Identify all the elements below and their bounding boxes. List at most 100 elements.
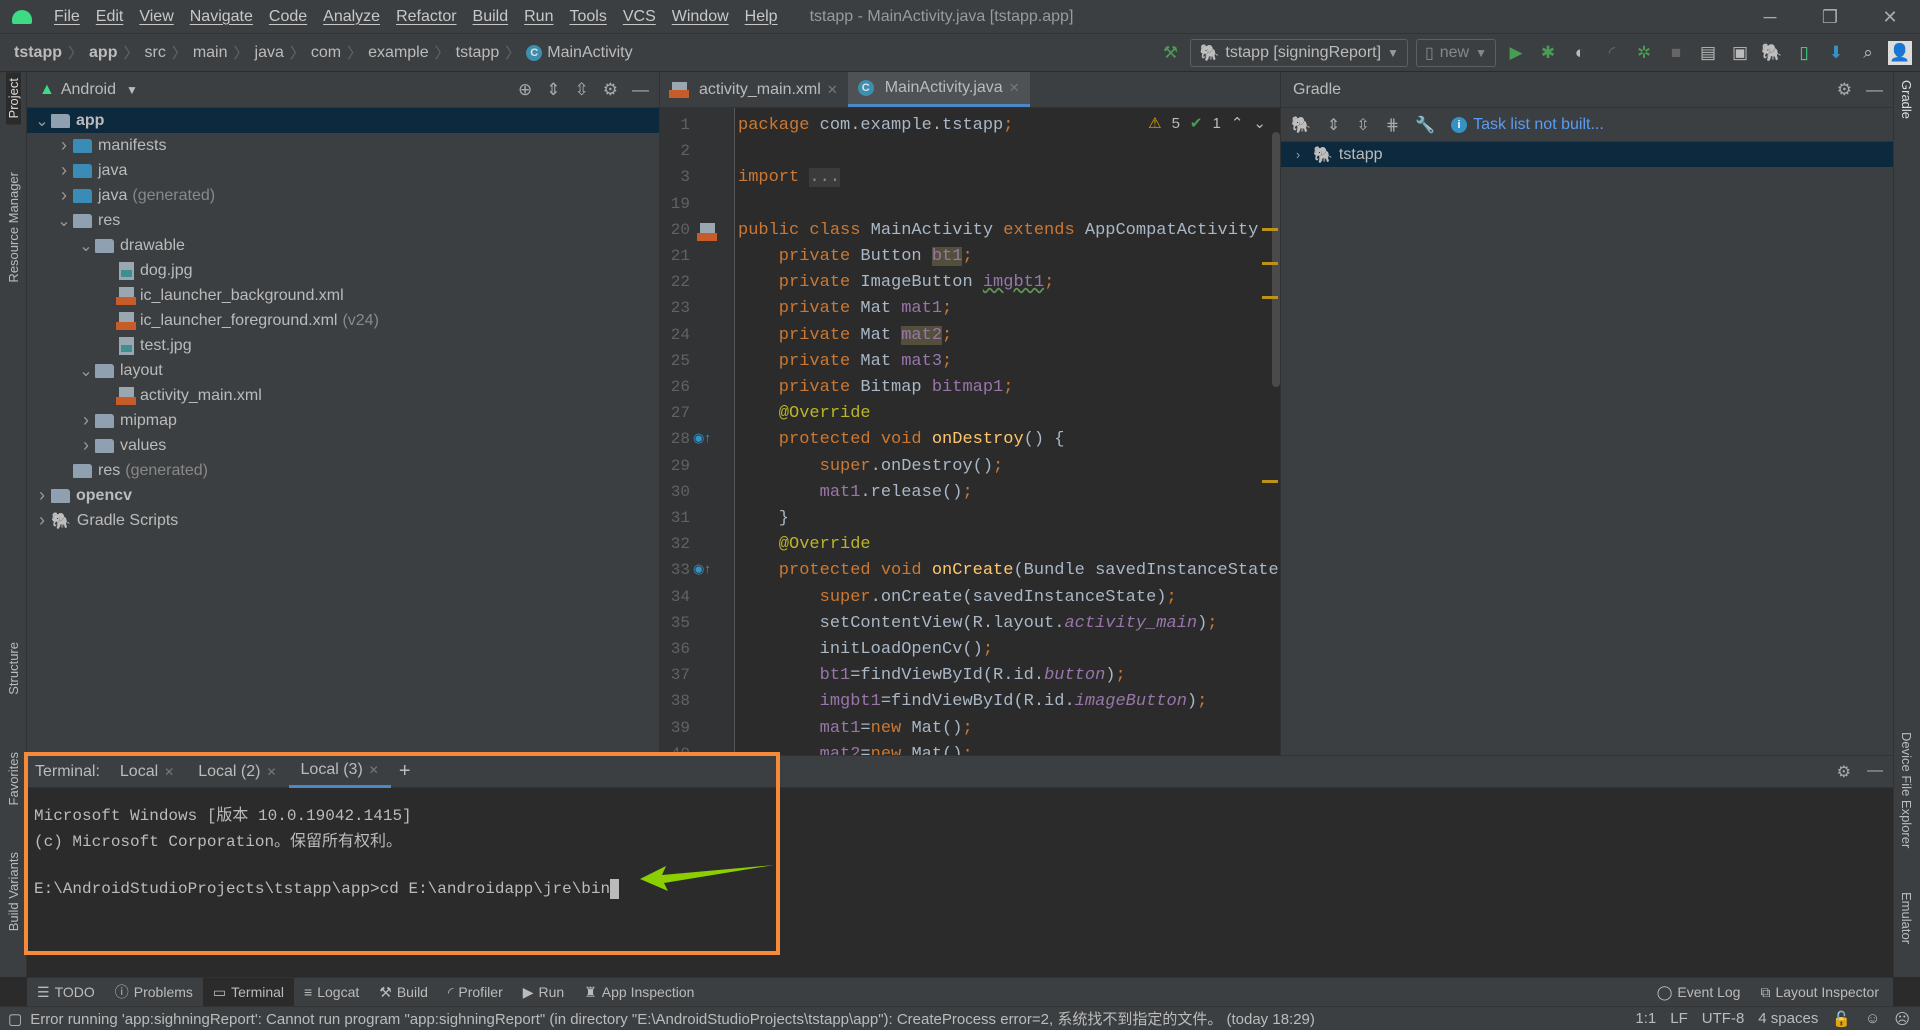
related-layout-icon[interactable] [697, 222, 717, 241]
stripe-build-variants[interactable]: Build Variants [6, 852, 21, 931]
menu-window[interactable]: Window [664, 8, 737, 26]
tree-item[interactable]: › manifests [27, 133, 659, 158]
project-structure-icon[interactable]: ▤ [1696, 41, 1720, 65]
avatar[interactable]: 👤 [1888, 41, 1912, 65]
tree-item[interactable]: ic_launcher_foreground.xml (v24) [27, 308, 659, 333]
menu-refactor[interactable]: Refactor [388, 8, 464, 26]
stripe-project[interactable]: Project [6, 72, 21, 125]
stripe-resource-manager[interactable]: Resource Manager [6, 172, 21, 283]
debug-bug-icon[interactable]: ✱ [1536, 41, 1560, 65]
device-select[interactable]: ▯ new ▼ [1415, 39, 1496, 67]
search-icon[interactable]: ⌕ [1856, 41, 1880, 65]
attach-debugger-icon[interactable]: ✲ [1632, 41, 1656, 65]
profile-icon[interactable]: ◜ [1600, 41, 1624, 65]
tool-button-profiler[interactable]: ◜ Profiler [438, 978, 513, 1007]
breadcrumb-item[interactable]: tstapp [456, 44, 500, 62]
tool-button-event-log[interactable]: ◯ Event Log [1647, 978, 1751, 1007]
inspection-widget[interactable]: ⚠ 5 ✔ 1 ⌃ ⌄ [1142, 112, 1272, 134]
line-separator[interactable]: LF [1670, 1010, 1688, 1028]
stripe-favorites[interactable]: Favorites [6, 752, 21, 805]
menu-view[interactable]: View [131, 8, 181, 26]
caret-position[interactable]: 1:1 [1635, 1010, 1656, 1028]
menu-edit[interactable]: Edit [88, 8, 132, 26]
breadcrumb-item[interactable]: tstapp [14, 44, 62, 62]
close-button[interactable]: ✕ [1860, 0, 1920, 34]
hide-icon[interactable]: — [1867, 762, 1883, 782]
locate-icon[interactable]: ⊕ [518, 80, 532, 100]
tool-button-run[interactable]: ▶ Run [513, 978, 574, 1007]
warning-marker[interactable] [1262, 296, 1278, 299]
tree-item[interactable]: › opencv [27, 483, 659, 508]
indent-setting[interactable]: 4 spaces [1758, 1010, 1818, 1028]
tool-button-layout-inspector[interactable]: ⧉ Layout Inspector [1750, 978, 1889, 1007]
breadcrumb-item[interactable]: C MainActivity [526, 44, 633, 62]
warning-marker[interactable] [1262, 480, 1278, 483]
tab-mainactivity-java[interactable]: C MainActivity.java ✕ [847, 72, 1030, 107]
tool-button-logcat[interactable]: ≡ Logcat [294, 978, 369, 1007]
stop-icon[interactable]: ■ [1664, 41, 1688, 65]
tool-button-build[interactable]: ⚒ Build [369, 978, 438, 1007]
tool-button-problems[interactable]: ⓘ Problems [105, 978, 203, 1007]
tree-item[interactable]: activity_main.xml [27, 383, 659, 408]
close-tab-icon[interactable]: ✕ [827, 82, 838, 98]
tool-button-app-inspection[interactable]: ♜ App Inspection [574, 978, 704, 1007]
stripe-gradle[interactable]: Gradle [1899, 80, 1914, 119]
tab-activity_main-xml[interactable]: activity_main.xml ✕ [660, 72, 848, 107]
feedback-face-icon[interactable]: ☹ [1894, 1010, 1910, 1028]
tree-item[interactable]: ic_launcher_background.xml [27, 283, 659, 308]
sdk-manager-icon[interactable]: ⬇ [1824, 41, 1848, 65]
chevron-up-icon[interactable]: ⌃ [1231, 114, 1244, 132]
chevron-down-icon[interactable]: ⌄ [1253, 114, 1266, 132]
stripe-structure[interactable]: Structure [6, 642, 21, 695]
status-message[interactable]: Error running 'app:sighningReport': Cann… [30, 1008, 1315, 1029]
gear-icon[interactable]: ⚙ [603, 80, 618, 100]
tree-item[interactable]: test.jpg [27, 333, 659, 358]
breadcrumb-item[interactable]: app [89, 44, 117, 62]
collapse-all-icon[interactable]: ⇳ [1356, 115, 1369, 135]
close-tab-icon[interactable]: ✕ [1009, 80, 1020, 96]
tree-item[interactable]: › values [27, 433, 659, 458]
menu-run[interactable]: Run [516, 8, 561, 26]
lock-icon[interactable]: 🔓 [1832, 1010, 1851, 1028]
sync-gradle-icon[interactable]: 🐘 [1760, 41, 1784, 65]
toggle-offline-icon[interactable]: ⋕ [1386, 115, 1399, 135]
menu-help[interactable]: Help [737, 8, 786, 26]
gradle-root-item[interactable]: › 🐘 tstapp [1281, 142, 1893, 167]
menu-navigate[interactable]: Navigate [182, 8, 261, 26]
stripe-emulator[interactable]: Emulator [1899, 892, 1914, 944]
menu-tools[interactable]: Tools [561, 8, 614, 26]
run-icon[interactable]: ▶ [1504, 41, 1528, 65]
breadcrumb-item[interactable]: com [311, 44, 341, 62]
override-method-icon[interactable]: ◉↑ [693, 430, 711, 446]
menu-code[interactable]: Code [261, 8, 315, 26]
gradle-sync-icon[interactable]: 🐘 [1291, 115, 1311, 135]
hide-icon[interactable]: — [1866, 80, 1883, 100]
warning-marker[interactable] [1262, 262, 1278, 265]
gear-icon[interactable]: ⚙ [1837, 762, 1851, 782]
file-encoding[interactable]: UTF-8 [1702, 1010, 1745, 1028]
task-list-link[interactable]: i Task list not built... [1451, 116, 1604, 134]
breadcrumb-item[interactable]: main [193, 44, 228, 62]
menu-analyze[interactable]: Analyze [315, 8, 388, 26]
tree-item[interactable]: › java (generated) [27, 183, 659, 208]
hide-icon[interactable]: — [632, 80, 649, 100]
tree-item[interactable]: ⌄ app [27, 108, 659, 133]
run-config-select[interactable]: 🐘 tstapp [signingReport] ▼ [1190, 39, 1408, 67]
status-toggle-icon[interactable]: ▢ [8, 1010, 22, 1028]
avd-manager-icon[interactable]: ▣ [1728, 41, 1752, 65]
expand-all-icon[interactable]: ⇕ [546, 80, 560, 100]
memory-face-icon[interactable]: ☺ [1865, 1010, 1880, 1028]
override-method-icon[interactable]: ◉↑ [693, 561, 711, 577]
gear-icon[interactable]: ⚙ [1837, 80, 1852, 100]
expand-all-icon[interactable]: ⇕ [1327, 115, 1340, 135]
project-view-select[interactable]: ▲ Android ▼ ⊕ ⇕ ⇳ ⚙ — [27, 72, 659, 108]
tree-item[interactable]: › 🐘 Gradle Scripts [27, 508, 659, 533]
tool-button-terminal[interactable]: ▭ Terminal [202, 977, 295, 1007]
make-project-hammer-icon[interactable]: ⚒ [1158, 41, 1182, 65]
wrench-icon[interactable]: 🔧 [1415, 115, 1435, 135]
tree-item[interactable]: dog.jpg [27, 258, 659, 283]
device-manager-icon[interactable]: ▯ [1792, 41, 1816, 65]
restore-button[interactable]: ❐ [1800, 0, 1860, 34]
menu-vcs[interactable]: VCS [615, 8, 664, 26]
stripe-device-file-explorer[interactable]: Device File Explorer [1899, 732, 1914, 848]
